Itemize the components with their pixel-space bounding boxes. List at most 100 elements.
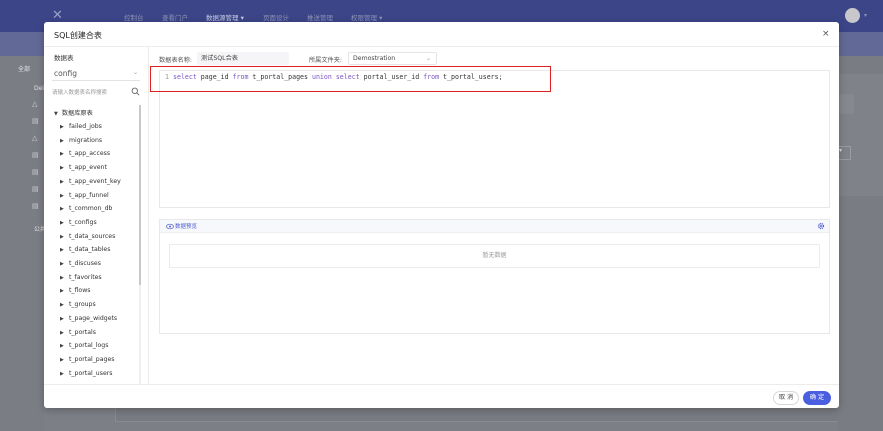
footer-divider: [44, 384, 839, 385]
tree-item-label: failed_jobs: [69, 123, 102, 130]
table-search: [52, 87, 140, 101]
bg-tree-node-icon: ▤: [32, 151, 39, 159]
sql-keyword: union: [311, 73, 332, 81]
tree-item-table[interactable]: ▶ t_favorites: [60, 273, 102, 283]
sql-create-table-modal: SQL创建合表 × 数据表 config ⌄ ▼数据库原表 ▶ failed_jo…: [44, 22, 839, 408]
tree-item-table[interactable]: ▶ t_page_widgets: [60, 314, 117, 324]
background-sidebar: 全部 Dei △ ▤ △ ▤ ▤ ▤ ▤ 公共: [0, 56, 46, 431]
nav-page-design[interactable]: 页面设计: [263, 12, 289, 22]
caret-down-icon: ▼: [54, 111, 58, 117]
nav-permission-management[interactable]: 权限管理 ▾: [351, 12, 382, 22]
caret-right-icon: ▶: [60, 206, 64, 213]
tree-item-table[interactable]: ▶ t_flows: [60, 286, 91, 296]
section-title: 数据表: [54, 54, 74, 62]
data-preview-label: 数据预览: [175, 224, 198, 230]
scrollbar-thumb[interactable]: [139, 105, 141, 285]
tree-item-table[interactable]: ▶ t_discuses: [60, 259, 101, 269]
caret-right-icon: ▶: [60, 137, 64, 144]
caret-right-icon: ▶: [60, 356, 64, 363]
tree-item-label: t_portals: [69, 328, 96, 336]
chevron-down-icon: ⌄: [425, 55, 431, 62]
table-name-input[interactable]: 测试SQL合表: [197, 52, 289, 65]
caret-right-icon: ▶: [60, 233, 64, 240]
sql-text: t_portal_pages: [248, 73, 312, 81]
avatar[interactable]: [845, 8, 860, 23]
close-icon[interactable]: ×: [822, 29, 830, 39]
tree-item-label: t_app_access: [69, 150, 111, 158]
bg-tree-node-icon: ▤: [32, 185, 39, 193]
cancel-button[interactable]: 取 消: [773, 391, 799, 405]
caret-right-icon: ▶: [60, 219, 64, 226]
data-preview-panel: 数据预览 暂无数据: [159, 219, 830, 334]
folder-select[interactable]: Demostration ⌄: [348, 52, 437, 65]
folder-select-value: Demostration: [353, 55, 396, 62]
background-select: ▾: [838, 146, 851, 160]
tree-item-label: t_data_sources: [69, 232, 116, 240]
caret-right-icon: ▶: [60, 274, 64, 281]
empty-state-text: 暂无数据: [482, 252, 507, 259]
tree-item-label: migrations: [69, 136, 103, 144]
sql-keyword: select: [173, 73, 197, 81]
tree-item-table[interactable]: ▶ t_app_event_key: [60, 177, 121, 187]
sql-text: page_id: [196, 73, 233, 81]
datasource-select[interactable]: config ⌄: [52, 66, 140, 81]
caret-right-icon: ▶: [60, 165, 64, 172]
tree-item-table[interactable]: ▶ t_portals: [60, 328, 96, 338]
tree-item-table[interactable]: ▶ t_data_tables: [60, 245, 110, 255]
tree-item-table[interactable]: ▶ t_app_funnel: [60, 191, 109, 201]
chevron-down-icon: ⌄: [132, 69, 138, 76]
sql-keyword: from: [423, 73, 440, 81]
tree-item-label: t_app_event: [69, 164, 107, 172]
table-name-label: 数据表名称:: [159, 57, 193, 64]
tree-item-table[interactable]: ▶ t_configs: [60, 218, 97, 228]
table-search-input[interactable]: [52, 87, 128, 99]
background-card: [838, 74, 883, 196]
tree-item-table[interactable]: ▶ t_portal_logs: [60, 341, 108, 351]
caret-right-icon: ▶: [60, 151, 64, 158]
nav-datasource-management[interactable]: 数据源管理 ▾: [206, 12, 244, 22]
bg-tree-node-icon: ▤: [32, 168, 39, 176]
bg-tree-node-icon: ▤: [32, 117, 39, 125]
sql-text: t_portal_users;: [439, 73, 503, 81]
nav-dashboard[interactable]: 控制台: [124, 12, 144, 22]
caret-right-icon: ▶: [60, 178, 64, 185]
gear-icon[interactable]: [817, 222, 825, 230]
sql-keyword: from: [232, 73, 249, 81]
tree-root-source-tables[interactable]: ▼ 数据库原表: [54, 108, 93, 117]
tree-item-table[interactable]: ▶ t_data_sources: [60, 232, 115, 242]
table-list-panel: 数据表 config ⌄ ▼数据库原表 ▶ failed_jobs ▶ migrati…: [44, 47, 149, 385]
tree-item-table[interactable]: ▶ t_groups: [60, 300, 96, 310]
tree-root-label: 数据库原表: [61, 110, 93, 117]
modal-title: SQL创建合表: [54, 31, 102, 40]
tree-item-table[interactable]: ▶ t_portal_pages: [60, 355, 115, 365]
eye-icon: [166, 223, 174, 230]
caret-right-icon: ▶: [60, 247, 64, 254]
tree-item-label: t_groups: [69, 301, 96, 309]
bg-tree-node-icon: ▤: [32, 202, 39, 210]
tree-item-table[interactable]: ▶ t_app_access: [60, 149, 110, 159]
data-preview-header: 数据预览: [160, 220, 829, 233]
nav-view-portal[interactable]: 查看门户: [162, 12, 188, 22]
tree-item-table[interactable]: ▶ migrations: [60, 136, 102, 146]
bg-tree-node-icon: △: [32, 134, 38, 142]
tree-item-table[interactable]: ▶ t_portal_users: [60, 369, 113, 379]
tree-item-label: t_portal_pages: [69, 355, 115, 363]
tree-item-label: t_configs: [69, 218, 97, 226]
search-icon[interactable]: [131, 87, 140, 96]
tree-item-label: t_data_tables: [69, 246, 111, 254]
confirm-button[interactable]: 确 定: [803, 391, 831, 405]
caret-right-icon: ▶: [60, 192, 64, 199]
tree-item-table[interactable]: ▶ failed_jobs: [60, 122, 102, 132]
nav-push-management[interactable]: 推送管理: [307, 12, 333, 22]
tree-item-table[interactable]: ▶ t_app_event: [60, 163, 107, 173]
tree-item-table[interactable]: ▶ t_common_db: [60, 204, 112, 214]
sql-editor[interactable]: 1 select page_id from t_portal_pages uni…: [159, 70, 830, 208]
chevron-down-icon: ▾: [864, 12, 868, 19]
tree-item-label: t_common_db: [69, 205, 113, 213]
tree-item-label: t_page_widgets: [69, 314, 118, 322]
sql-code-line[interactable]: select page_id from t_portal_pages union…: [173, 73, 503, 81]
caret-right-icon: ▶: [60, 370, 64, 377]
bg-tree-node-icon: △: [32, 100, 38, 108]
divider: [44, 46, 839, 47]
caret-right-icon: ▶: [60, 288, 64, 295]
